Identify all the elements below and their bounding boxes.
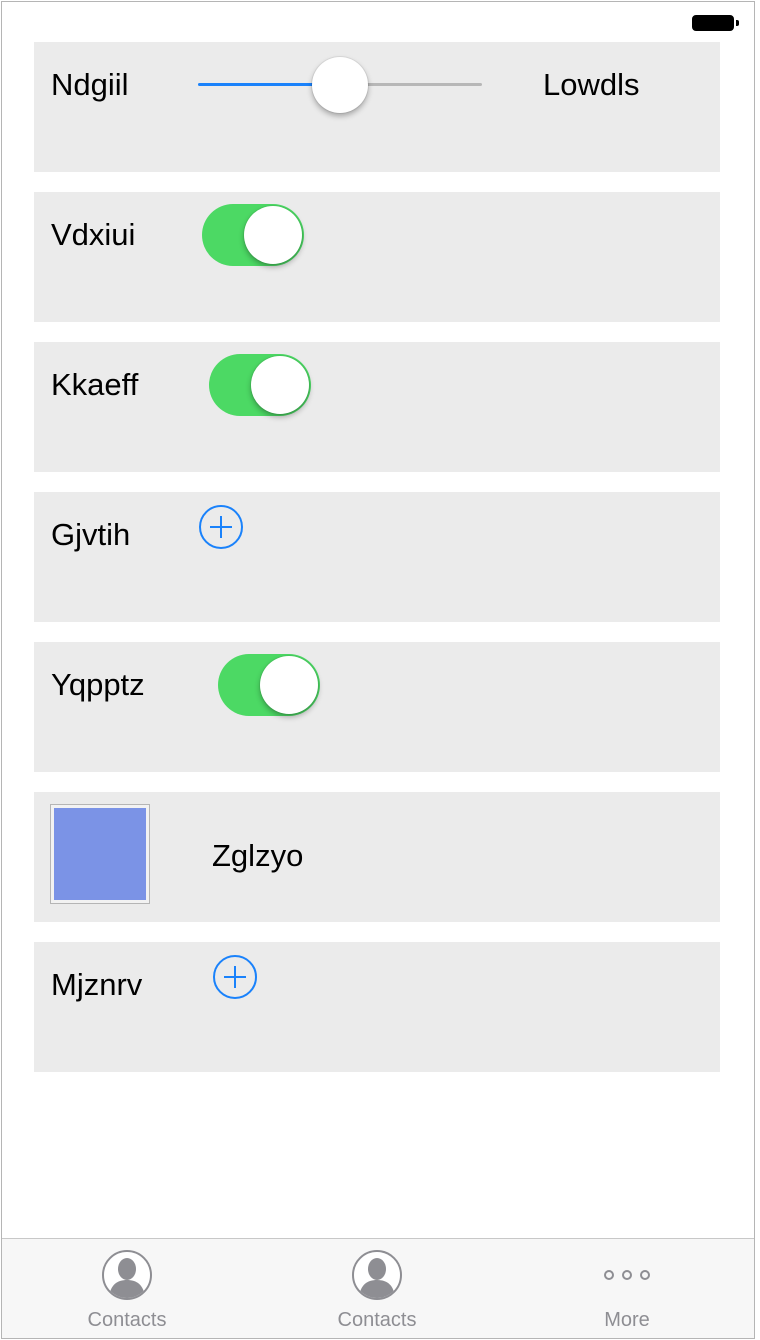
color-swatch-fill [54, 808, 146, 900]
toggle-switch[interactable] [202, 204, 304, 266]
add-row-label: Gjvtih [51, 517, 131, 552]
toggle-knob [251, 356, 309, 414]
toggle-row-vdxiui: Vdxiui [34, 192, 720, 322]
slider-max-label: Lowdls [543, 67, 640, 102]
tab-contacts-2[interactable]: Contacts [252, 1239, 502, 1338]
slider-thumb[interactable] [312, 57, 368, 113]
battery-tip [736, 20, 739, 26]
add-row-gjvtih: Gjvtih [34, 492, 720, 622]
toggle-row-label: Vdxiui [51, 217, 136, 252]
add-row-mjznrv: Mjznrv [34, 942, 720, 1072]
toggle-row-kkaeff: Kkaeff [34, 342, 720, 472]
tab-more[interactable]: More [502, 1239, 752, 1338]
toggle-knob [244, 206, 302, 264]
toggle-switch[interactable] [209, 354, 311, 416]
status-bar [2, 2, 754, 42]
toggle-row-label: Yqpptz [51, 667, 145, 702]
swatch-row-label: Zglzyo [212, 838, 304, 873]
color-swatch[interactable] [50, 804, 150, 904]
app-screen: Ndgiil Lowdls Vdxiui Kkaeff Gjvtih Yqppt… [1, 1, 755, 1339]
slider-row-label: Ndgiil [51, 67, 129, 102]
battery-icon [692, 15, 734, 31]
tab-contacts-1[interactable]: Contacts [2, 1239, 252, 1338]
tab-bar: Contacts Contacts More [2, 1238, 754, 1338]
add-row-label: Mjznrv [51, 967, 143, 1002]
toggle-knob [260, 656, 318, 714]
plus-circle-icon[interactable] [213, 955, 257, 999]
toggle-row-yqpptz: Yqpptz [34, 642, 720, 772]
more-icon [604, 1270, 650, 1280]
tab-label: Contacts [87, 1309, 167, 1331]
tab-label: More [604, 1309, 650, 1331]
swatch-row-zglzyo: Zglzyo [34, 792, 720, 922]
toggle-switch[interactable] [218, 654, 320, 716]
contact-icon [102, 1250, 152, 1300]
toggle-row-label: Kkaeff [51, 367, 139, 402]
contact-icon [352, 1250, 402, 1300]
plus-circle-icon[interactable] [199, 505, 243, 549]
slider-row: Ndgiil Lowdls [34, 42, 720, 172]
value-slider[interactable] [198, 57, 482, 113]
tab-label: Contacts [337, 1309, 417, 1331]
